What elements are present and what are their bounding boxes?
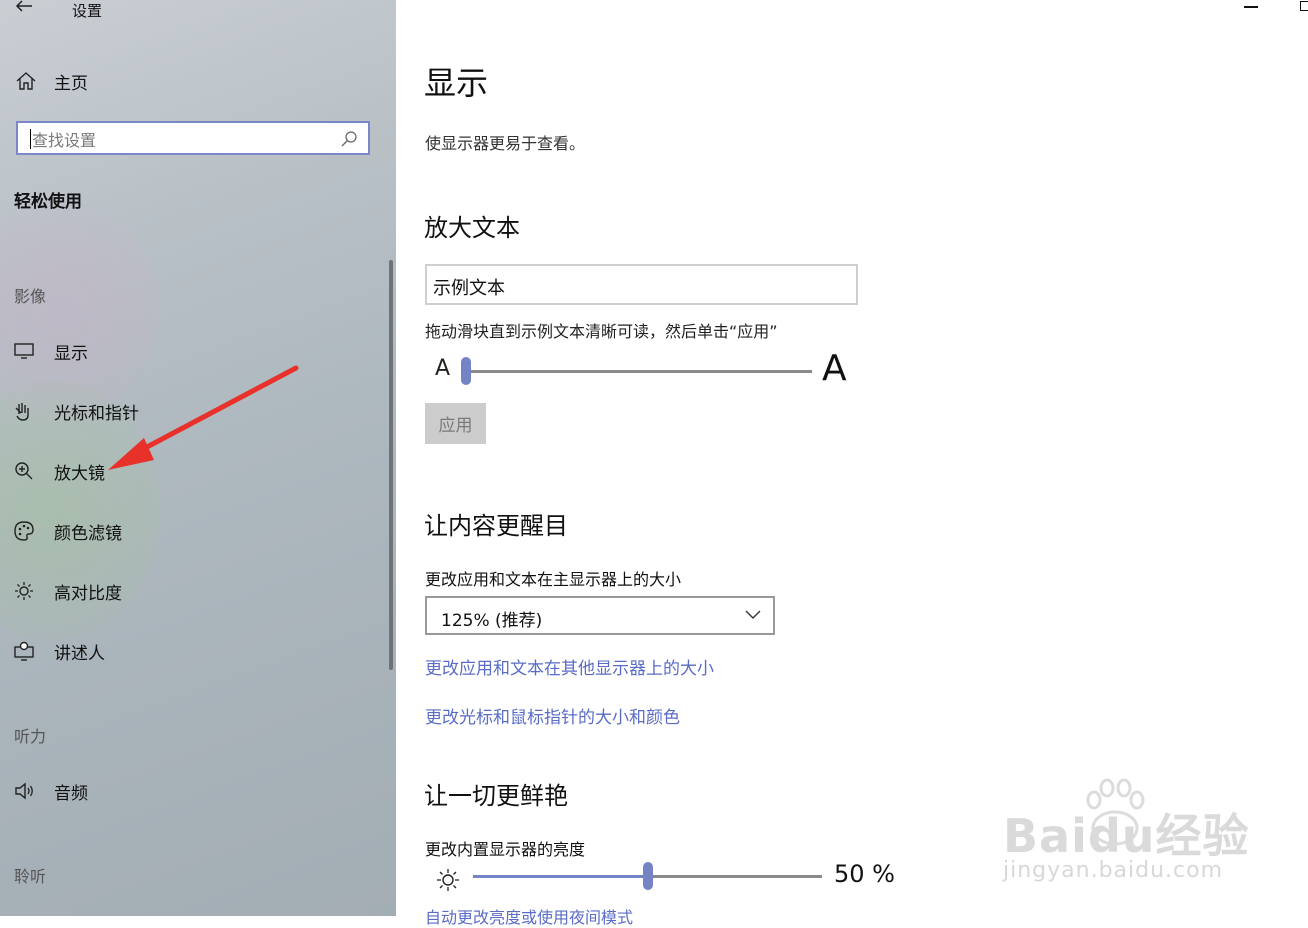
brightness-slider-thumb[interactable] (643, 862, 653, 890)
speaker-icon (12, 779, 36, 803)
brighter-heading: 让一切更鲜艳 (424, 782, 568, 810)
monitor-icon (12, 339, 36, 363)
link-cursor-size[interactable]: 更改光标和鼠标指针的大小和颜色 (425, 703, 680, 728)
watermark-brand: Baidu经验 (1003, 809, 1250, 863)
text-size-slider-thumb[interactable] (461, 357, 471, 385)
search-box[interactable] (16, 121, 370, 155)
search-icon[interactable] (340, 130, 358, 148)
watermark-url: jingyan.baidu.com (1003, 858, 1224, 883)
apply-button[interactable]: 应用 (425, 403, 486, 444)
sidebar-item-label: 显示 (54, 343, 88, 364)
enlarge-text-hint: 拖动滑块直到示例文本清晰可读，然后单击“应用” (425, 322, 778, 341)
sidebar-item-label: 讲述人 (54, 643, 105, 664)
nav-home-label: 主页 (54, 73, 88, 94)
back-arrow-icon[interactable] (10, 0, 38, 24)
sun-icon (12, 579, 36, 603)
sidebar-item-high-contrast[interactable]: 高对比度 (12, 576, 372, 606)
sidebar-scrollbar[interactable] (389, 260, 393, 670)
group-label-vision: 影像 (14, 287, 47, 306)
sidebar: 设置 主页 轻松使用 影像 显示 光标和指针 放大镜 (0, 0, 396, 916)
sidebar-item-label: 音频 (54, 783, 88, 804)
sidebar-item-label: 颜色滤镜 (54, 523, 122, 544)
sample-text: 示例文本 (433, 278, 505, 299)
page-description: 使显示器更易于查看。 (425, 134, 586, 153)
link-other-displays[interactable]: 更改应用和文本在其他显示器上的大小 (425, 654, 714, 679)
cursor-hand-icon (12, 399, 36, 423)
brightness-slider-track[interactable] (648, 875, 822, 878)
brightness-label: 更改内置显示器的亮度 (425, 840, 586, 859)
window-title: 设置 (72, 2, 103, 20)
minimize-button[interactable] (1244, 6, 1258, 8)
sidebar-item-label: 高对比度 (54, 583, 122, 604)
enlarge-text-heading: 放大文本 (424, 214, 520, 242)
brightness-sun-icon (437, 869, 459, 891)
maximize-button[interactable] (1300, 1, 1308, 11)
magnifier-icon (12, 459, 36, 483)
nav-home[interactable]: 主页 (14, 66, 374, 96)
text-size-small-label: A (435, 356, 451, 381)
group-label-hearing: 听力 (14, 727, 47, 746)
palette-icon (12, 519, 36, 543)
text-size-slider-track[interactable] (466, 370, 812, 373)
annotation-arrow (108, 365, 299, 470)
brightness-slider[interactable] (473, 862, 822, 890)
search-input[interactable] (30, 127, 334, 153)
home-icon (16, 72, 36, 90)
scale-label: 更改应用和文本在主显示器上的大小 (425, 570, 682, 589)
chevron-down-icon (745, 610, 761, 619)
sidebar-item-label: 放大镜 (54, 463, 105, 484)
brightness-slider-fill (473, 875, 648, 878)
sample-text-box: 示例文本 (425, 264, 858, 305)
text-size-large-label: A (822, 348, 847, 389)
link-night-light[interactable]: 自动更改亮度或使用夜间模式 (425, 904, 633, 928)
scale-dropdown[interactable]: 125% (推荐) (425, 596, 775, 635)
scale-dropdown-value: 125% (推荐) (441, 611, 543, 631)
brightness-value: 50 % (834, 860, 895, 888)
page-title: 显示 (424, 64, 489, 102)
sidebar-item-audio[interactable]: 音频 (12, 776, 372, 806)
narrator-icon (12, 639, 36, 663)
group-label-listening: 聆听 (14, 867, 47, 886)
section-title: 轻松使用 (14, 192, 82, 212)
sidebar-item-color-filters[interactable]: 颜色滤镜 (12, 516, 372, 546)
sidebar-item-narrator[interactable]: 讲述人 (12, 636, 372, 666)
stand-out-heading: 让内容更醒目 (424, 512, 568, 540)
